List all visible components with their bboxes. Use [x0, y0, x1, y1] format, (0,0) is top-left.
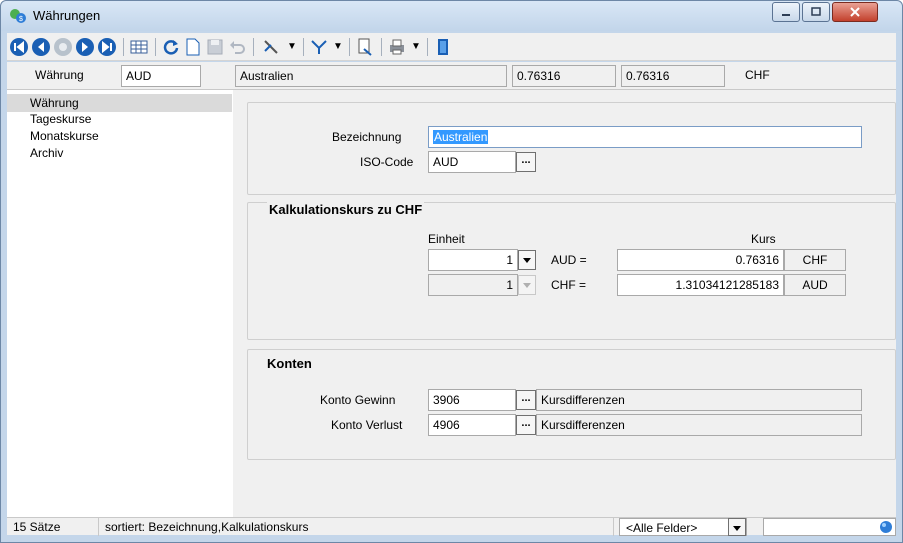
- konto-gewinn-lookup-button[interactable]: ...: [516, 390, 536, 410]
- einheit-dropdown-2: [518, 275, 536, 295]
- print-dropdown-icon[interactable]: ▼: [411, 37, 421, 57]
- general-group: Bezeichnung Australien ISO-Code AUD ...: [247, 102, 896, 195]
- base-currency-label: CHF: [745, 68, 770, 82]
- konto-verlust-lookup-button[interactable]: ...: [516, 415, 536, 435]
- nav-item-tageskurse[interactable]: Tageskurse: [7, 110, 232, 128]
- kurs-field-1[interactable]: 0.76316: [617, 249, 784, 271]
- currency-window: $ Währungen ▼ ▼ ▼ Währung AUD Australien…: [0, 0, 903, 543]
- sort-info: sortiert: Bezeichnung,Kalkulationskurs: [99, 518, 614, 536]
- einheit-header: Einheit: [428, 232, 465, 246]
- maximize-button[interactable]: [802, 2, 830, 22]
- iso-code-field[interactable]: AUD: [428, 151, 516, 173]
- tools-dropdown-icon[interactable]: ▼: [287, 37, 297, 57]
- kurs-field-2[interactable]: 1.31034121285183: [617, 274, 784, 296]
- konto-verlust-label: Konto Verlust: [331, 418, 403, 432]
- toolbar-separator: [349, 38, 350, 56]
- close-button[interactable]: [832, 2, 878, 22]
- rate-display-1: 0.76316: [512, 65, 616, 87]
- quick-search-input[interactable]: [763, 518, 896, 536]
- toolbar-separator: [253, 38, 254, 56]
- main-panel: Währung AUD Australien 0.76316 0.76316 C…: [7, 62, 896, 536]
- field-filter-select[interactable]: <Alle Felder>: [619, 518, 747, 536]
- kalkulation-title: Kalkulationskurs zu CHF: [267, 202, 425, 217]
- toolbar-separator: [123, 38, 124, 56]
- app-currency-icon: $: [10, 9, 26, 23]
- exit-icon[interactable]: [433, 37, 453, 57]
- print-icon[interactable]: [387, 37, 407, 57]
- previous-record-icon[interactable]: [31, 37, 51, 57]
- status-bar: 15 Sätze sortiert: Bezeichnung,Kalkulati…: [7, 517, 896, 536]
- konto-verlust-description: Kursdifferenzen: [536, 414, 862, 436]
- konto-gewinn-label: Konto Gewinn: [320, 393, 396, 407]
- bezeichnung-selected-text: Australien: [433, 130, 489, 144]
- refresh-icon[interactable]: [161, 37, 181, 57]
- stop-icon[interactable]: [53, 37, 73, 57]
- tools-icon[interactable]: [261, 37, 281, 57]
- field-filter-value: <Alle Felder>: [626, 521, 698, 535]
- einheit-dropdown-1[interactable]: [518, 250, 536, 270]
- toolbar-separator: [155, 38, 156, 56]
- svg-text:$: $: [19, 16, 23, 23]
- bezeichnung-field[interactable]: Australien: [428, 126, 862, 148]
- record-header: Währung AUD Australien 0.76316 0.76316 C…: [7, 62, 896, 90]
- waehrung-label: Währung: [35, 68, 84, 82]
- window-title: Währungen: [33, 8, 101, 23]
- section-nav: Währung Tageskurse Monatskurse Archiv: [7, 90, 232, 517]
- table-view-icon[interactable]: [129, 37, 149, 57]
- nav-item-archiv[interactable]: Archiv: [7, 144, 232, 162]
- minimize-icon: [782, 14, 790, 16]
- konto-verlust-field[interactable]: 4906: [428, 414, 516, 436]
- first-record-icon[interactable]: [9, 37, 29, 57]
- search-go-icon[interactable]: [879, 520, 893, 534]
- konto-gewinn-field[interactable]: 3906: [428, 389, 516, 411]
- to-currency-1: CHF: [784, 249, 846, 271]
- bezeichnung-label: Bezeichnung: [332, 130, 402, 144]
- rate-display-2: 0.76316: [621, 65, 725, 87]
- save-icon[interactable]: [205, 37, 225, 57]
- export-icon[interactable]: [355, 37, 375, 57]
- konto-gewinn-description: Kursdifferenzen: [536, 389, 862, 411]
- content-area: Bezeichnung Australien ISO-Code AUD ... …: [233, 90, 896, 517]
- new-record-icon[interactable]: [183, 37, 203, 57]
- iso-code-label: ISO-Code: [360, 155, 414, 169]
- kurs-header: Kurs: [751, 232, 776, 246]
- einheit-field-1[interactable]: 1: [428, 249, 518, 271]
- from-currency-2: CHF =: [551, 278, 587, 292]
- einheit-field-2: 1: [428, 274, 518, 296]
- filter-icon[interactable]: [309, 37, 329, 57]
- toolbar: ▼ ▼ ▼: [7, 33, 896, 61]
- undo-icon[interactable]: [227, 37, 247, 57]
- filter-dropdown-icon[interactable]: ▼: [333, 37, 343, 57]
- konten-title: Konten: [267, 356, 312, 371]
- currency-name-display: Australien: [235, 65, 507, 87]
- field-filter-dropdown[interactable]: [728, 518, 746, 536]
- minimize-button[interactable]: [772, 2, 800, 22]
- close-icon: [850, 7, 860, 17]
- toolbar-separator: [303, 38, 304, 56]
- record-count: 15 Sätze: [7, 518, 99, 536]
- kalkulation-group: Kalkulationskurs zu CHF Einheit Kurs 1 A…: [247, 202, 896, 340]
- konten-group: Konten Konto Gewinn 3906 ... Kursdiffere…: [247, 349, 896, 460]
- to-currency-2: AUD: [784, 274, 846, 296]
- toolbar-separator: [381, 38, 382, 56]
- nav-item-monatskurse[interactable]: Monatskurse: [7, 127, 232, 145]
- toolbar-separator: [427, 38, 428, 56]
- maximize-icon: [811, 7, 821, 16]
- last-record-icon[interactable]: [97, 37, 117, 57]
- waehrung-field[interactable]: AUD: [121, 65, 201, 87]
- title-bar[interactable]: $ Währungen: [1, 1, 902, 31]
- iso-code-lookup-button[interactable]: ...: [516, 152, 536, 172]
- next-record-icon[interactable]: [75, 37, 95, 57]
- from-currency-1: AUD =: [551, 253, 587, 267]
